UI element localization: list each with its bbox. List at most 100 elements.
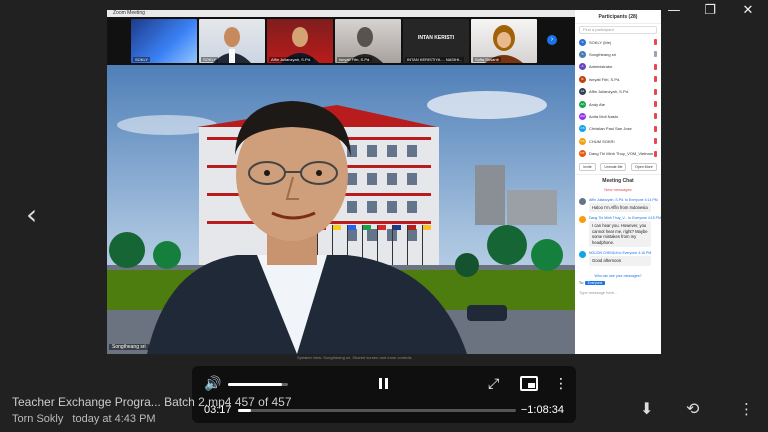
participant-name: Anita Moil Nasto (589, 114, 619, 120)
participant-avatar: A (579, 63, 586, 71)
participant-row[interactable]: AA Andy Ate (575, 98, 661, 110)
participant-avatar: CS (579, 137, 586, 145)
rotate-icon[interactable]: ⟲ (686, 400, 704, 418)
meeting-window: Zoom Meeting SOKLY SOKLY Affin Julianzya… (107, 10, 661, 354)
seek-bar[interactable] (238, 409, 516, 412)
volume-slider-fill (228, 383, 282, 386)
chat-avatar (579, 197, 586, 205)
gallery-tile[interactable]: SOKLY (199, 19, 265, 63)
picture-in-picture-icon[interactable] (520, 376, 538, 391)
download-icon[interactable]: ⬇ (640, 400, 658, 418)
volume-slider[interactable] (228, 383, 288, 386)
file-meta: Torn Sokly today at 4:43 PM (12, 413, 156, 425)
file-owner: Torn Sokly (12, 413, 64, 425)
mic-muted-icon (654, 100, 657, 107)
invite-button[interactable]: Invite (579, 162, 596, 171)
participant-avatar: AA (579, 100, 586, 108)
file-time: today at 4:43 PM (72, 413, 156, 425)
pause-icon (385, 378, 388, 389)
mic-muted-icon (654, 138, 657, 145)
seek-bar-fill (238, 409, 251, 412)
more-options-icon[interactable]: ⋮ (554, 375, 568, 393)
previous-arrow-icon[interactable]: ‹ (26, 200, 48, 230)
fullscreen-icon[interactable]: ⤢ (488, 376, 504, 392)
gallery-tile-name: SOKLY (133, 57, 151, 62)
participant-row[interactable]: CS CHUM SOKRI (575, 135, 661, 147)
unmute-button[interactable]: Unmute Me (600, 162, 627, 171)
gallery-tile[interactable]: Isnyati Fitri, S.Pd. (335, 19, 401, 63)
participant-avatar: IF (579, 75, 586, 83)
participant-row[interactable]: A Administrator (575, 61, 661, 73)
gallery-tile-name: Affin Julianzyah, S.Pd. (269, 57, 313, 62)
participant-row[interactable]: DT Dang Thi Minh Thuy_VOM_Vietnam (575, 148, 661, 160)
participant-name: Isnyati Fitri, S.Pd. (589, 76, 621, 82)
participant-search-input[interactable]: Find a participant (579, 26, 657, 34)
participant-row[interactable]: CS Christian Paul San Jose (575, 123, 661, 135)
chat-message-sender: Dang Thi Minh Thuy_V... to Everyone 4:15… (589, 216, 661, 221)
mic-muted-icon (654, 88, 657, 95)
gallery-tile[interactable]: SOKLY (131, 19, 197, 63)
participant-name: Administrator (589, 64, 613, 70)
chat-avatar (579, 216, 586, 224)
chat-message-text: Good afternoon (589, 256, 651, 266)
chat-avatar (579, 251, 586, 259)
chat-message-input[interactable]: Type message here... (575, 288, 661, 297)
main-video[interactable]: Songtheang sri (107, 65, 575, 354)
gallery-tile[interactable]: Affin Julianzyah, S.Pd. (267, 19, 333, 63)
open-more-button[interactable]: Open More (631, 162, 657, 171)
volume-icon[interactable]: 🔊 (204, 376, 221, 392)
participant-name: SOKLY (Me) (589, 39, 612, 45)
participants-header: Participants (28) (575, 10, 661, 24)
chat-message-sender: Affin Julianzyah, S.Pd. to Everyone 4:14… (589, 197, 658, 202)
maximize-icon[interactable]: ❐ (700, 2, 720, 20)
mic-muted-icon (654, 150, 657, 157)
gallery-next-icon[interactable]: › (547, 35, 557, 45)
gallery-tile[interactable]: INTAN KERISTI INTAN KERISTIYA ... NASIHI… (403, 19, 469, 63)
participant-name: Christian Paul San Jose (589, 126, 632, 132)
next-arrow-icon[interactable] (726, 200, 748, 230)
participant-name: Songtheang sri (589, 52, 616, 58)
pause-icon (379, 378, 382, 389)
close-icon[interactable]: ✕ (738, 2, 758, 20)
mic-muted-icon (654, 125, 657, 132)
participant-name: Dang Thi Minh Thuy_VOM_Vietnam (589, 151, 654, 157)
minimize-icon[interactable]: — (664, 2, 684, 20)
participant-actions: Invite Unmute Me Open More (575, 160, 661, 174)
participant-name: Affin Julianzyah, S.Pd. (589, 89, 629, 95)
file-index: 457 of 457 (234, 395, 292, 409)
gallery-tile-name: INTAN KERISTIYA ... NASIHI... (405, 57, 465, 62)
participant-avatar: AJ (579, 88, 586, 96)
mic-muted-icon (654, 63, 657, 70)
pause-button[interactable] (377, 377, 391, 391)
participant-row[interactable]: S SOKLY (Me) (575, 36, 661, 48)
participant-row[interactable]: IF Isnyati Fitri, S.Pd. (575, 73, 661, 85)
gallery-tile-name: SOKLY (201, 57, 219, 62)
chat-header: Meeting Chat (575, 173, 661, 186)
participant-row[interactable]: AJ Affin Julianzyah, S.Pd. (575, 86, 661, 98)
more-options-icon[interactable]: ⋮ (739, 400, 754, 418)
new-messages-label: New messages (604, 186, 632, 192)
gallery-tile-name: Sofia Susanti (473, 57, 501, 62)
participant-avatar: CS (579, 125, 586, 133)
participant-row[interactable]: S Songtheang sri (575, 48, 661, 60)
mic-muted-icon (654, 76, 657, 83)
side-panel: Participants (28) Find a participant S SO… (575, 10, 661, 354)
participant-row[interactable]: AM Anita Moil Nasto (575, 110, 661, 122)
recipient-dropdown[interactable]: Everyone (584, 280, 606, 285)
participant-avatar: AM (579, 113, 586, 121)
chat-message: Affin Julianzyah, S.Pd. to Everyone 4:14… (575, 197, 661, 213)
gallery-tile[interactable]: Sofia Susanti (471, 19, 537, 63)
file-title: Teacher Exchange Progra... Batch 2.mp4 4… (12, 395, 292, 409)
speaker-name: Songtheang sri (109, 344, 149, 350)
meeting-title: Zoom Meeting (107, 10, 575, 17)
participant-avatar: DT (579, 150, 586, 158)
chat-recipient: To: Everyone (575, 278, 661, 288)
participant-avatar: S (579, 38, 586, 46)
chat-message-text: I can hear you. However, you cannot hear… (589, 221, 651, 248)
participant-avatar: S (579, 51, 586, 59)
speaker-video-image (107, 65, 575, 354)
participant-name: Andy Ate (589, 101, 606, 107)
chat-message-text: Haloo I'm Affin from Indonesia (589, 202, 651, 213)
mic-muted-icon (654, 113, 657, 120)
to-label: To: (579, 280, 584, 285)
